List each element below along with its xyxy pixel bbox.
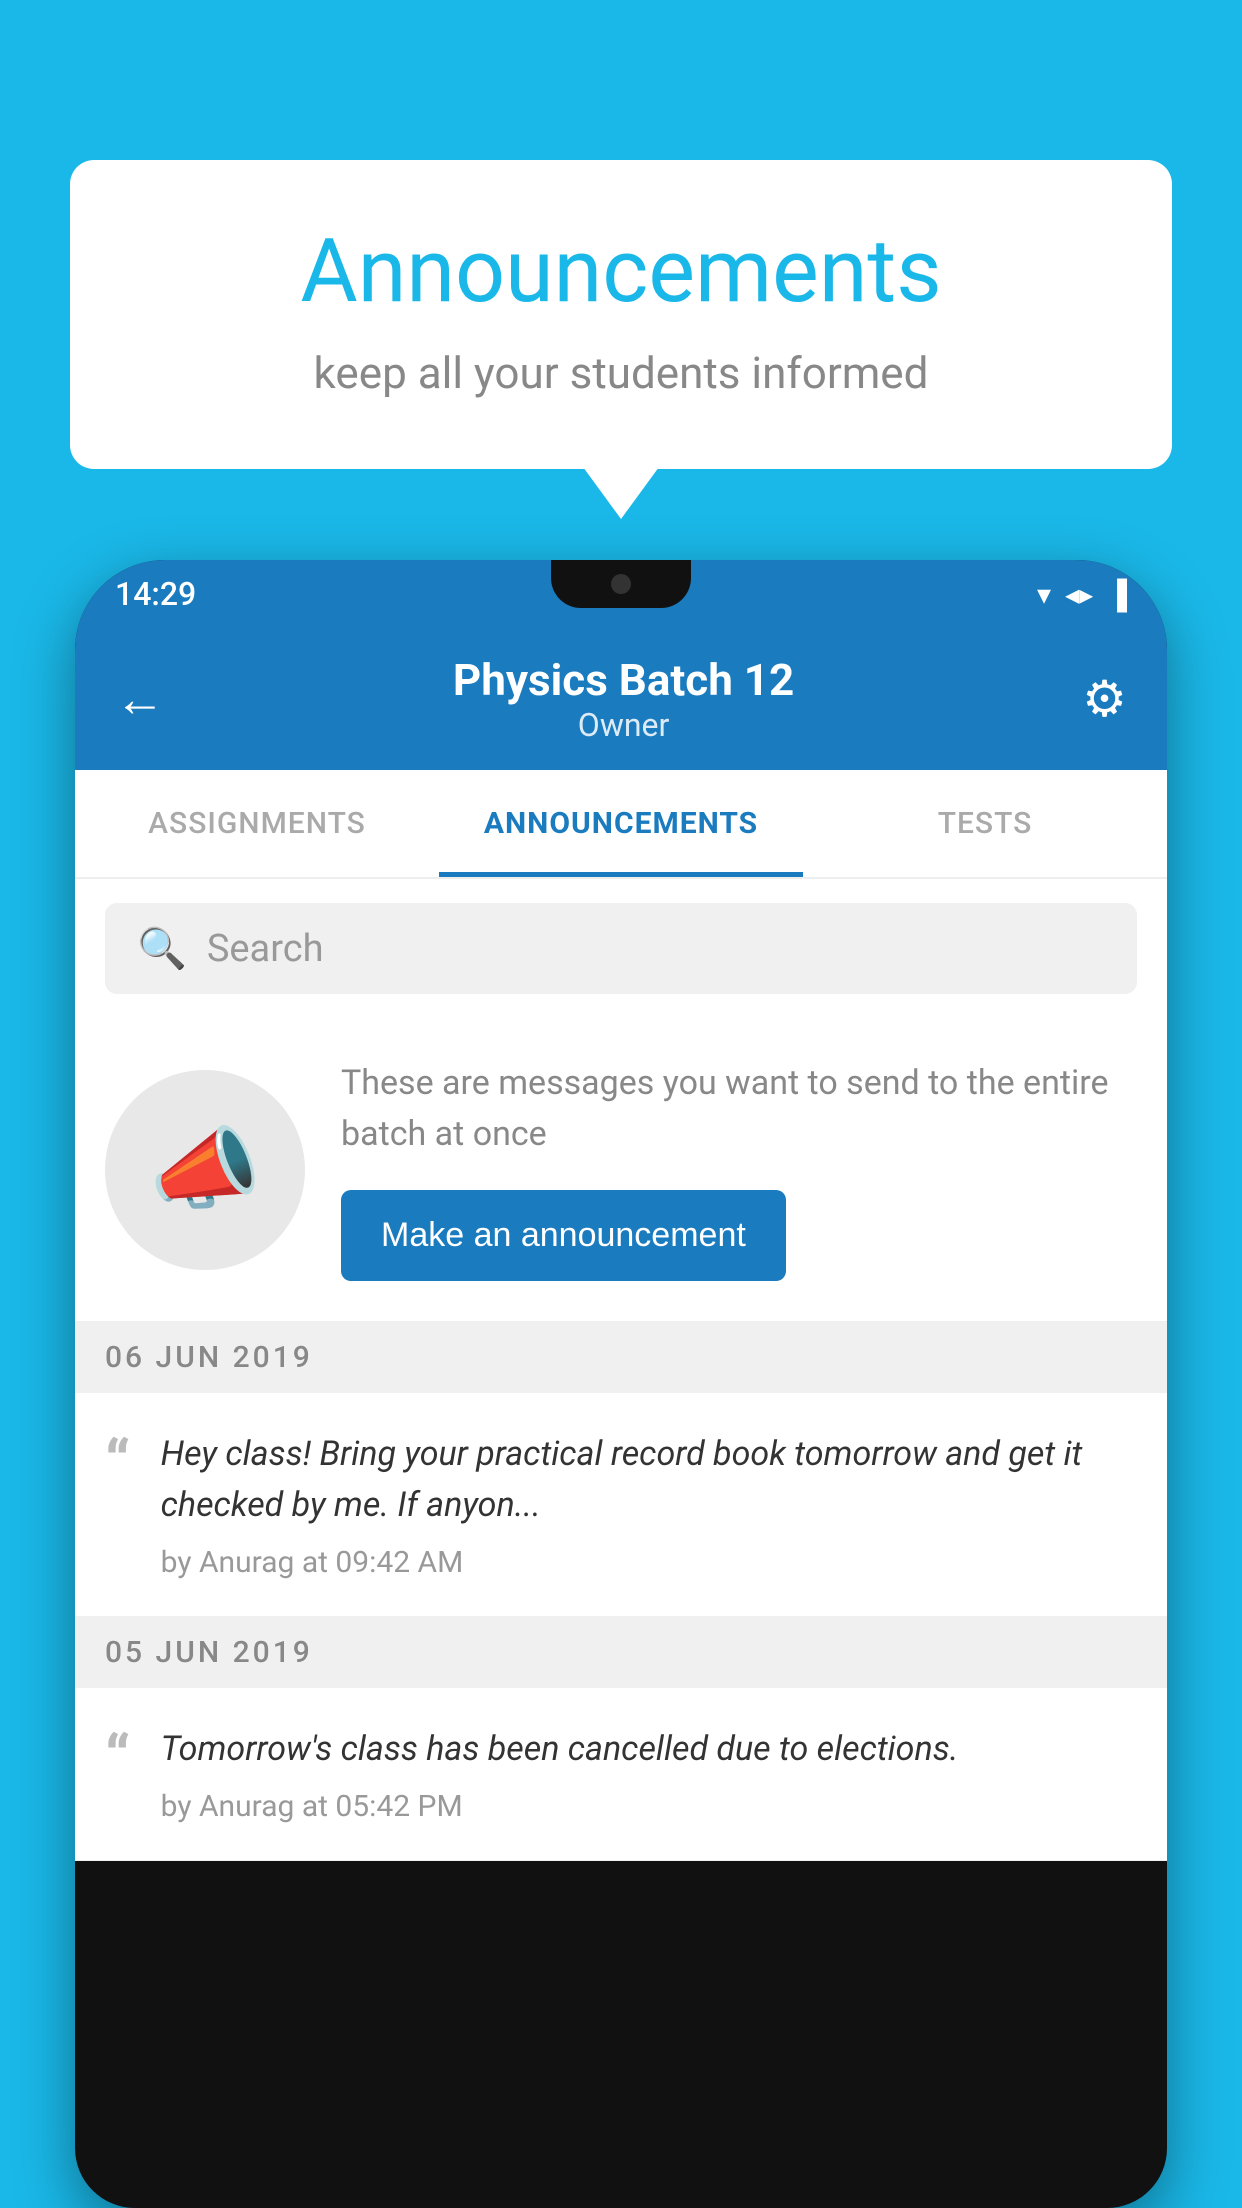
back-button[interactable]: ← — [115, 670, 165, 729]
batch-role: Owner — [453, 706, 794, 744]
date-divider-2: 05 JUN 2019 — [75, 1617, 1167, 1688]
notch-camera — [611, 574, 631, 594]
announcement-text-2: Tomorrow's class has been cancelled due … — [161, 1724, 1137, 1775]
make-announcement-button[interactable]: Make an announcement — [341, 1190, 786, 1281]
prompt-right: These are messages you want to send to t… — [341, 1058, 1137, 1281]
header-title-block: Physics Batch 12 Owner — [453, 654, 794, 744]
prompt-description: These are messages you want to send to t… — [341, 1058, 1137, 1160]
quote-icon-2: “ — [105, 1728, 131, 1788]
tab-tests[interactable]: TESTS — [803, 770, 1167, 877]
announcement-content-1: Hey class! Bring your practical record b… — [161, 1429, 1137, 1580]
date-divider-1: 06 JUN 2019 — [75, 1322, 1167, 1393]
search-placeholder: Search — [207, 927, 324, 971]
wifi-icon: ▾ — [1037, 578, 1051, 611]
speech-bubble: Announcements keep all your students inf… — [70, 160, 1172, 469]
content-area: 🔍 Search 📣 These are messages you want t… — [75, 879, 1167, 1861]
megaphone-icon: 📣 — [149, 1117, 261, 1222]
status-icons: ▾ ◂▸ ▐ — [1037, 578, 1127, 611]
announcement-item-2[interactable]: “ Tomorrow's class has been cancelled du… — [75, 1688, 1167, 1861]
settings-icon[interactable]: ⚙ — [1082, 670, 1127, 729]
announcement-item-1[interactable]: “ Hey class! Bring your practical record… — [75, 1393, 1167, 1617]
announcement-prompt: 📣 These are messages you want to send to… — [75, 1018, 1167, 1322]
status-bar: 14:29 ▾ ◂▸ ▐ — [75, 560, 1167, 628]
search-bar-wrapper: 🔍 Search — [75, 879, 1167, 1018]
search-icon: 🔍 — [137, 925, 187, 972]
bubble-subtitle: keep all your students informed — [150, 347, 1092, 399]
app-header: ← Physics Batch 12 Owner ⚙ — [75, 628, 1167, 770]
signal-icon: ◂▸ — [1065, 578, 1093, 611]
announcement-text-1: Hey class! Bring your practical record b… — [161, 1429, 1137, 1531]
announcement-meta-1: by Anurag at 09:42 AM — [161, 1545, 1137, 1580]
megaphone-circle: 📣 — [105, 1070, 305, 1270]
phone-notch — [551, 560, 691, 608]
quote-icon-1: “ — [105, 1433, 131, 1493]
batch-title: Physics Batch 12 — [453, 654, 794, 706]
search-bar[interactable]: 🔍 Search — [105, 903, 1137, 994]
phone-frame: 14:29 ▾ ◂▸ ▐ ← Physics Batch 12 Owner ⚙ … — [75, 560, 1167, 2208]
announcement-meta-2: by Anurag at 05:42 PM — [161, 1789, 1137, 1824]
status-time: 14:29 — [115, 575, 196, 613]
tab-assignments[interactable]: ASSIGNMENTS — [75, 770, 439, 877]
bubble-title: Announcements — [150, 220, 1092, 323]
tab-announcements[interactable]: ANNOUNCEMENTS — [439, 770, 803, 877]
battery-icon: ▐ — [1107, 578, 1127, 611]
tabs-bar: ASSIGNMENTS ANNOUNCEMENTS TESTS — [75, 770, 1167, 879]
announcement-content-2: Tomorrow's class has been cancelled due … — [161, 1724, 1137, 1824]
speech-bubble-section: Announcements keep all your students inf… — [70, 160, 1172, 469]
